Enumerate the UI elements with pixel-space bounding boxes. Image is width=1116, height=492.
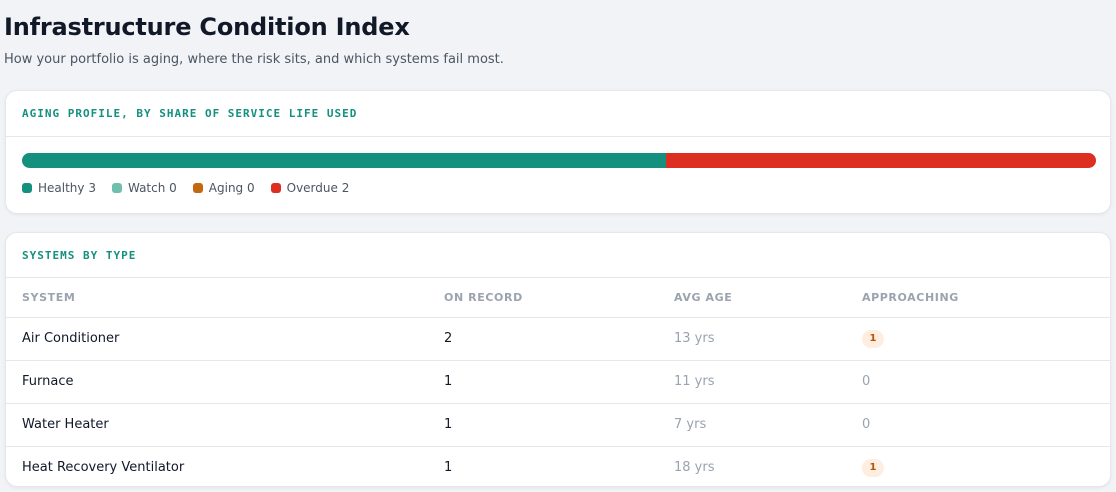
aging-profile-card: AGING PROFILE, BY SHARE OF SERVICE LIFE … <box>5 90 1111 214</box>
aging-profile-label: AGING PROFILE, BY SHARE OF SERVICE LIFE … <box>22 107 358 120</box>
legend-item-healthy: Healthy 3 <box>22 181 96 195</box>
aging-segment-overdue <box>666 153 1096 168</box>
approaching-badge: 1 <box>862 329 884 348</box>
page-title: Infrastructure Condition Index <box>4 13 410 41</box>
table-row[interactable]: Furnace 1 11 yrs 0 <box>6 360 1110 404</box>
cell-on-record: 1 <box>428 403 658 447</box>
legend-swatch <box>192 183 203 193</box>
legend-label: Watch 0 <box>127 181 177 195</box>
cell-approaching: 0 <box>846 403 1110 447</box>
approaching-badge: 1 <box>862 458 884 477</box>
table-row[interactable]: Water Heater 1 7 yrs 0 <box>6 403 1110 447</box>
page-subtitle: How your portfolio is aging, where the r… <box>4 52 504 67</box>
cell-system: Air Conditioner <box>6 317 428 361</box>
aging-segment-healthy <box>22 153 667 168</box>
legend-label: Overdue 2 <box>286 181 350 195</box>
systems-table-body: Air Conditioner 2 13 yrs 1 Furnace 1 11 yrs 0 Wa… <box>6 317 1110 486</box>
table-row[interactable]: Heat Recovery Ventilator 1 18 yrs 1 <box>6 446 1110 486</box>
cell-avg-age: 7 yrs <box>658 403 846 447</box>
table-header-row: SYSTEM ON RECORD AVG AGE APPROACHING <box>6 278 1110 318</box>
systems-label: SYSTEMS BY TYPE <box>22 248 137 262</box>
aging-profile-header: AGING PROFILE, BY SHARE OF SERVICE LIFE … <box>6 91 1110 137</box>
cell-on-record: 1 <box>444 460 453 476</box>
legend-label: Aging 0 <box>208 181 255 195</box>
cell-approaching: 0 <box>846 360 1110 404</box>
legend-swatch <box>270 183 281 193</box>
legend-item-overdue: Overdue 2 <box>270 181 350 195</box>
legend-swatch <box>111 183 122 193</box>
column-header-approaching[interactable]: APPROACHING <box>846 278 1110 318</box>
legend-swatch <box>22 183 32 193</box>
systems-header: SYSTEMS BY TYPE <box>6 233 1110 278</box>
cell-approaching: 1 <box>846 317 1110 361</box>
cell-system: Heat Recovery Ventilator <box>22 460 185 476</box>
cell-avg-age: 11 yrs <box>658 360 846 404</box>
approaching-value: 0 <box>862 417 871 432</box>
column-header-avg-age[interactable]: AVG AGE <box>658 278 846 318</box>
cell-avg-age: 18 yrs <box>674 460 715 476</box>
aging-profile-bar <box>22 153 1096 168</box>
cell-avg-age: 13 yrs <box>658 317 846 361</box>
cell-on-record: 1 <box>428 360 658 404</box>
column-header-on-record[interactable]: ON RECORD <box>428 278 658 318</box>
legend-item-aging: Aging 0 <box>192 181 255 195</box>
aging-legend: Healthy 3 Watch 0 Aging 0 Overdue 2 <box>22 181 349 195</box>
cell-on-record: 2 <box>428 317 658 361</box>
systems-by-type-card: SYSTEMS BY TYPE SYSTEM ON RECORD AVG AGE… <box>5 232 1111 487</box>
column-header-system[interactable]: SYSTEM <box>6 278 428 318</box>
approaching-value: 0 <box>862 374 871 389</box>
legend-item-watch: Watch 0 <box>111 181 177 195</box>
systems-table: SYSTEM ON RECORD AVG AGE APPROACHING Air… <box>6 278 1110 486</box>
table-row[interactable]: Air Conditioner 2 13 yrs 1 <box>6 317 1110 361</box>
cell-system: Furnace <box>6 360 428 404</box>
cell-approaching: 1 <box>846 446 1110 486</box>
legend-label: Healthy 3 <box>38 181 96 195</box>
cell-system: Water Heater <box>6 403 428 447</box>
